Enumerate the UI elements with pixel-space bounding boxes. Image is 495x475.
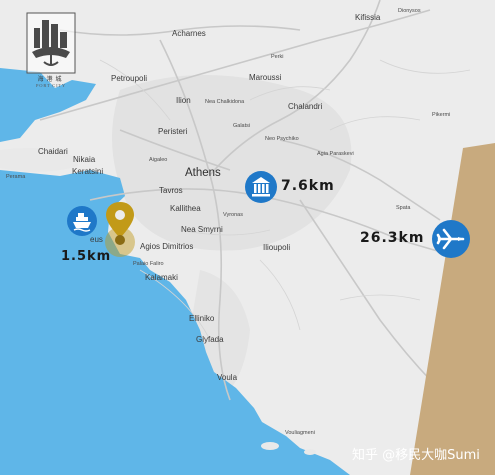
place-label: Ilion [176,96,191,105]
place-label: Kifissia [355,13,381,22]
airport-marker[interactable] [432,220,470,258]
place-label: Ilioupoli [263,243,291,252]
ship-icon [67,206,97,236]
place-label: Nea Smyrni [181,225,223,234]
place-label: Palaio Faliro [133,261,164,267]
place-label: Chaidari [38,147,68,156]
place-label: Chalandri [288,102,323,111]
port-city-logo: 海港城 PORT CITY [26,12,76,92]
place-label: Elliniko [189,314,215,323]
place-label: Maroussi [249,73,282,82]
airplane-icon [432,220,470,258]
museum-icon [245,171,277,203]
place-label: Spata [396,205,411,211]
place-label: Nea Chalkidona [205,99,245,105]
place-label: Kalamaki [145,273,178,282]
logo-emblem [26,12,76,74]
location-pin-icon [105,202,135,257]
place-label: Vyronas [223,212,243,218]
city-center-distance: 7.6km [281,178,335,194]
place-label: Neo Psychiko [265,136,299,142]
place-label-athens: Athens [185,167,221,179]
place-label: Glyfada [196,335,224,344]
airport-distance: 26.3km [360,230,425,246]
place-label: Nikaia [73,155,96,164]
logo-english-text: PORT CITY [36,83,66,88]
place-label: Acharnes [172,29,206,38]
place-label: Perama [6,174,26,180]
place-label: Peristeri [158,127,188,136]
port-marker[interactable] [67,206,97,236]
watermark: 知乎 @移民大咖Sumi [352,448,480,463]
map[interactable]: 海港城 PORT CITY Kifissia Dionysos Acharnes… [0,0,495,475]
place-label: Pikermi [432,112,451,118]
location-marker[interactable] [99,200,141,258]
place-label: Aigaleo [149,157,168,163]
place-label: Tavros [159,186,183,195]
place-label: Galatsi [233,123,251,129]
place-label: Dionysos [398,8,421,14]
place-label: Kallithea [170,204,201,213]
logo-chinese-text: 海港城 [37,76,65,83]
place-label: Perki [271,54,284,60]
place-label: Agios Dimitrios [140,242,194,251]
place-label: Voula [217,373,238,382]
place-label: Agia Paraskevi [317,151,354,157]
city-center-marker[interactable] [245,171,277,203]
place-label: Keratsini [72,167,104,176]
place-label: Vouliagmeni [285,430,315,436]
place-label: Petroupoli [111,74,148,83]
